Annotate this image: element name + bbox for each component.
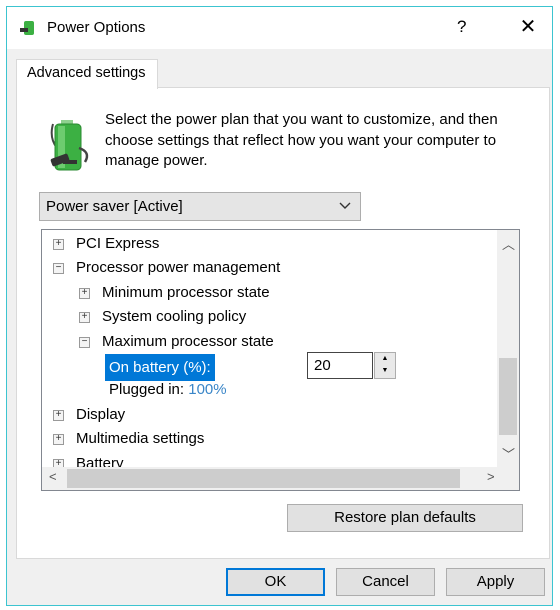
- expand-icon[interactable]: +: [53, 433, 64, 445]
- scroll-right-icon[interactable]: >: [487, 469, 495, 484]
- expand-icon[interactable]: +: [79, 311, 90, 323]
- tree-item-system-cooling-policy[interactable]: + System cooling policy: [79, 305, 246, 329]
- power-plan-dropdown[interactable]: Power saver [Active]: [39, 192, 361, 221]
- chevron-down-icon: [339, 202, 351, 209]
- plugged-in-value[interactable]: 100%: [188, 381, 226, 398]
- tree-item-display[interactable]: + Display: [53, 403, 125, 427]
- power-options-dialog: Power Options ? ✕ Advanced settings Sele…: [6, 6, 553, 606]
- close-button[interactable]: ✕: [512, 13, 544, 41]
- vertical-scrollbar[interactable]: ︿ ﹀: [497, 230, 519, 467]
- tree-item-multimedia-settings[interactable]: + Multimedia settings: [53, 427, 204, 451]
- scroll-down-icon[interactable]: ﹀: [502, 444, 515, 463]
- battery-plug-icon: [50, 120, 89, 171]
- tree-item-label: Maximum processor state: [102, 333, 274, 350]
- settings-tree[interactable]: + PCI Express − Processor power management…: [41, 229, 520, 491]
- cancel-button[interactable]: Cancel: [336, 568, 435, 596]
- apply-button[interactable]: Apply: [446, 568, 545, 596]
- tree-item-pci-express[interactable]: + PCI Express: [53, 232, 159, 256]
- spin-up-icon[interactable]: ▲: [375, 353, 395, 365]
- title-bar: Power Options ? ✕: [7, 7, 552, 49]
- tree-item-maximum-processor-state[interactable]: − Maximum processor state: [79, 330, 274, 354]
- on-battery-setting: On battery (%): 20 ▲ ▼: [105, 352, 405, 381]
- vertical-scroll-thumb[interactable]: [499, 358, 517, 435]
- expand-icon[interactable]: +: [79, 287, 90, 299]
- tree-item-minimum-processor-state[interactable]: + Minimum processor state: [79, 281, 270, 305]
- collapse-icon[interactable]: −: [79, 336, 90, 348]
- expand-icon[interactable]: +: [53, 238, 64, 250]
- restore-plan-defaults-button[interactable]: Restore plan defaults: [287, 504, 523, 532]
- on-battery-input[interactable]: 20: [307, 352, 373, 379]
- tree-item-label: PCI Express: [76, 235, 160, 252]
- spin-down-icon[interactable]: ▼: [375, 365, 395, 377]
- power-plan-value: Power saver [Active]: [46, 198, 183, 215]
- on-battery-label[interactable]: On battery (%):: [105, 354, 215, 381]
- scroll-left-icon[interactable]: <: [49, 469, 57, 484]
- expand-icon[interactable]: +: [53, 409, 64, 421]
- on-battery-spinner[interactable]: ▲ ▼: [374, 352, 396, 379]
- horizontal-scrollbar[interactable]: < >: [42, 467, 519, 490]
- plugged-in-label: Plugged in:: [109, 381, 185, 398]
- power-plug-battery-icon: [20, 21, 34, 35]
- window-title: Power Options: [47, 19, 146, 36]
- tree-item-label: Display: [76, 406, 126, 423]
- horizontal-scroll-thumb[interactable]: [67, 469, 460, 488]
- ok-button[interactable]: OK: [226, 568, 325, 596]
- plugged-in-setting[interactable]: Plugged in: 100%: [109, 378, 227, 402]
- tree-item-processor-power-management[interactable]: − Processor power management: [53, 256, 280, 280]
- tree-item-label: Processor power management: [76, 259, 281, 276]
- tree-item-label: System cooling policy: [102, 308, 247, 325]
- tree-item-label: Minimum processor state: [102, 284, 270, 301]
- scroll-up-icon[interactable]: ︿: [502, 234, 515, 253]
- tree-item-label: Multimedia settings: [76, 430, 205, 447]
- advanced-settings-panel: Select the power plan that you want to c…: [16, 87, 550, 559]
- tab-advanced-settings[interactable]: Advanced settings: [16, 59, 158, 89]
- help-button[interactable]: ?: [457, 17, 466, 37]
- collapse-icon[interactable]: −: [53, 262, 64, 274]
- description-text: Select the power plan that you want to c…: [105, 111, 498, 169]
